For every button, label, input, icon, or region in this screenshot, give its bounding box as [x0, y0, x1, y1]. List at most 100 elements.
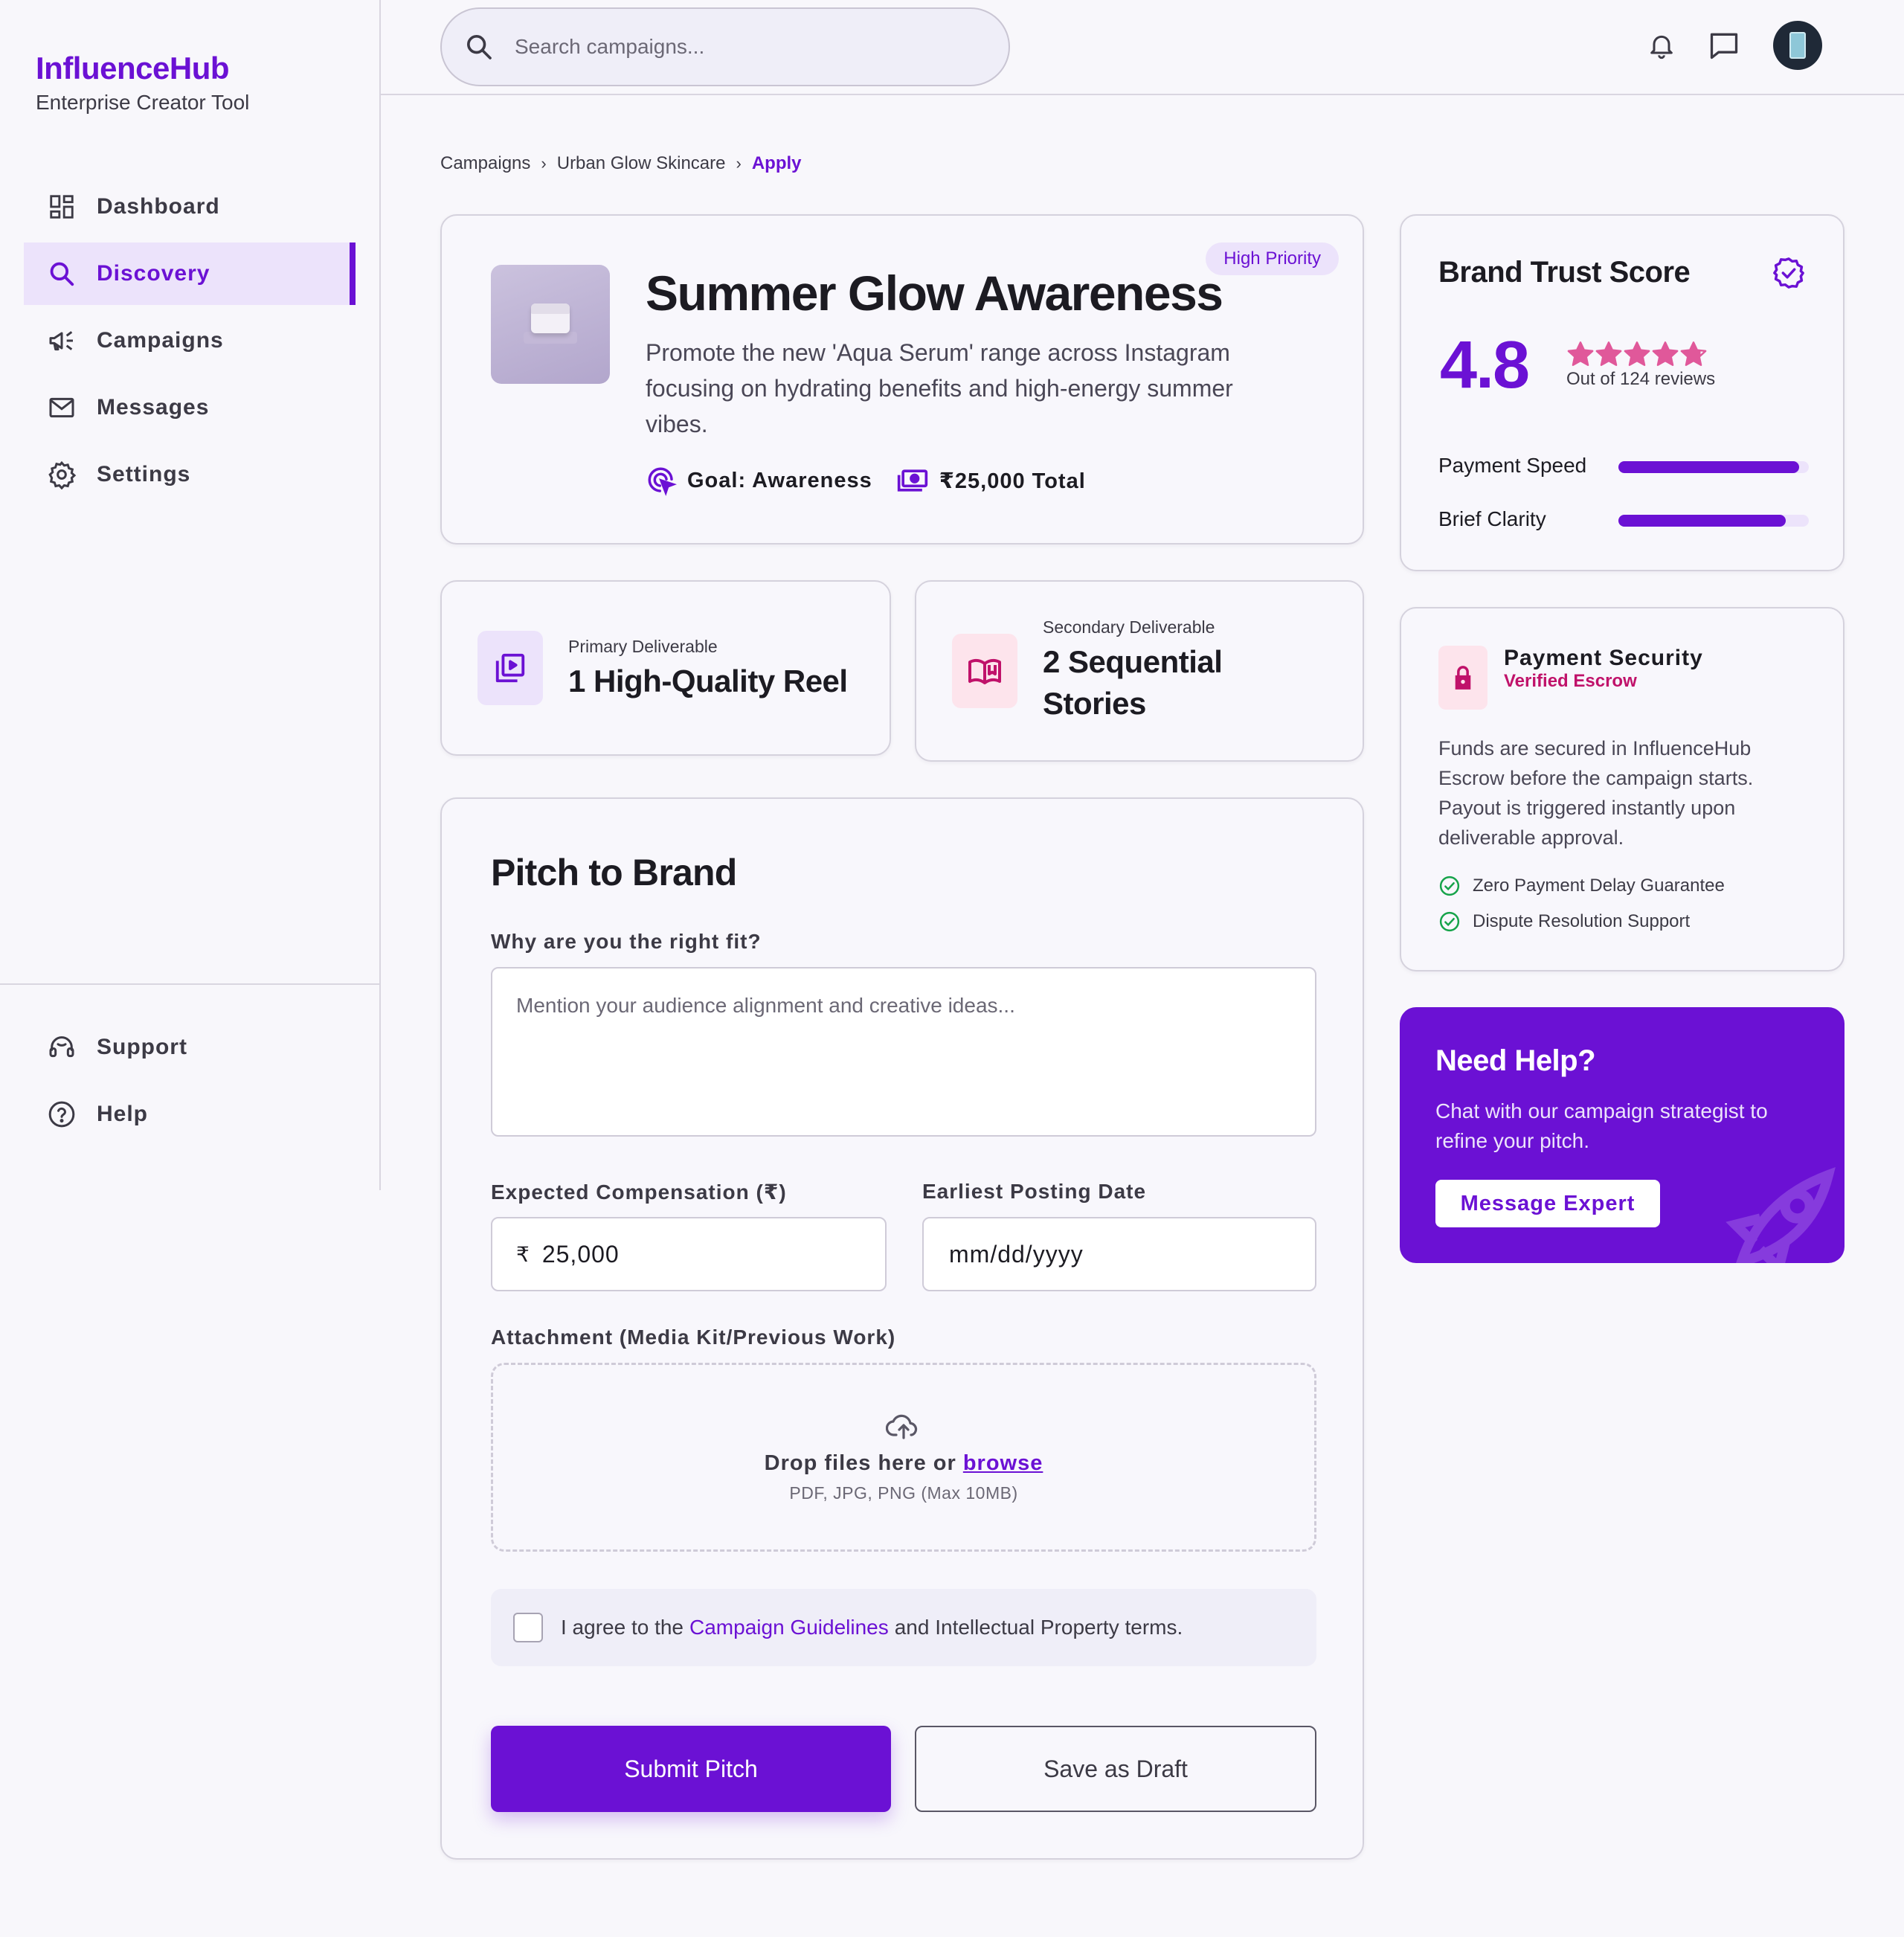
trust-score: 4.8	[1440, 328, 1530, 402]
rupee-icon: ₹	[516, 1242, 530, 1266]
brand[interactable]: InfluenceHub Enterprise Creator Tool	[36, 51, 249, 115]
campaign-card: High Priority Summer Glow Awareness Prom…	[440, 214, 1364, 545]
sidebar-item-label: Messages	[97, 395, 210, 420]
terms-checkbox[interactable]	[513, 1613, 543, 1642]
pitch-form: Pitch to Brand Why are you the right fit…	[440, 797, 1364, 1860]
fit-textarea[interactable]: Mention your audience alignment and crea…	[491, 967, 1316, 1137]
metric-label: Payment Speed	[1438, 454, 1587, 477]
dropzone-text: Drop files here or browse	[765, 1451, 1043, 1476]
date-placeholder: mm/dd/yyyy	[949, 1240, 1084, 1268]
dropzone-prompt: Drop files here or	[764, 1451, 956, 1475]
secondary-nav: Support Help	[24, 1016, 356, 1150]
star-icon	[1566, 341, 1595, 367]
breadcrumb: Campaigns › Urban Glow Skincare › Apply	[440, 153, 802, 174]
campaign-budget: ₹25,000 Total	[896, 464, 1086, 497]
deliverable-value-line: 2 Sequential	[1043, 644, 1223, 679]
search-icon	[46, 258, 77, 289]
terms-agreement: I agree to the Campaign Guidelines and I…	[491, 1589, 1316, 1666]
sidebar-item-messages[interactable]: Messages	[24, 376, 356, 439]
sidebar-item-label: Support	[97, 1035, 187, 1059]
star-icon	[1595, 341, 1623, 367]
brand-tagline: Enterprise Creator Tool	[36, 91, 250, 114]
payment-security-card: Payment Security Verified Escrow Funds a…	[1400, 607, 1844, 971]
breadcrumb-current: Apply	[751, 153, 802, 173]
metric-label: Brief Clarity	[1438, 507, 1546, 530]
breadcrumb-brand[interactable]: Urban Glow Skincare	[557, 153, 726, 174]
brief-clarity-fill	[1618, 515, 1786, 527]
security-description: Funds are secured in InfluenceHub Escrow…	[1438, 737, 1754, 849]
gear-icon	[46, 459, 77, 490]
guidelines-link[interactable]: Campaign Guidelines	[689, 1616, 889, 1639]
sidebar-item-label: Campaigns	[97, 328, 224, 353]
sidebar-item-help[interactable]: Help	[24, 1083, 356, 1146]
brand-name: InfluenceHub	[36, 51, 230, 86]
primary-deliverable-card: Primary Deliverable 1 High-Quality Reel	[440, 580, 891, 756]
security-subtitle: Verified Escrow	[1504, 671, 1637, 691]
top-bar: Search campaigns...	[381, 0, 1904, 95]
lock-icon	[1438, 646, 1488, 710]
avatar[interactable]	[1773, 21, 1822, 70]
brand-trust-card: Brand Trust Score 4.8 Out of 124 reviews…	[1400, 214, 1844, 571]
check-label: Dispute Resolution Support	[1473, 911, 1691, 931]
verified-badge-icon	[1772, 256, 1806, 290]
sidebar-item-label: Settings	[97, 462, 191, 486]
security-check-item: Zero Payment Delay Guarantee	[1438, 875, 1725, 897]
compensation-input[interactable]: ₹ 25,000	[491, 1217, 887, 1291]
help-card: Need Help? Chat with our campaign strate…	[1400, 1007, 1844, 1263]
pitch-title: Pitch to Brand	[491, 852, 737, 893]
browse-link[interactable]: browse	[963, 1451, 1043, 1475]
compensation-value: 25,000	[541, 1240, 620, 1268]
video-library-icon	[477, 631, 543, 705]
save-draft-button[interactable]: Save as Draft	[915, 1726, 1316, 1812]
check-circle-icon	[1438, 910, 1473, 933]
submit-pitch-button[interactable]: Submit Pitch	[491, 1726, 891, 1812]
security-title: Payment Security	[1504, 646, 1703, 670]
deliverable-value-line: Stories	[1043, 686, 1146, 721]
agree-suffix: and Intellectual Property terms.	[894, 1616, 1183, 1639]
compensation-label: Expected Compensation (₹)	[491, 1180, 787, 1204]
secondary-deliverable-card: Secondary Deliverable 2 Sequential Stori…	[915, 580, 1364, 762]
help-title: Need Help?	[1435, 1044, 1596, 1077]
chat-icon[interactable]	[1706, 28, 1742, 63]
avatar-image	[1789, 32, 1806, 59]
search-placeholder: Search campaigns...	[515, 35, 705, 58]
agree-prefix: I agree to the	[561, 1616, 684, 1639]
trust-title: Brand Trust Score	[1438, 256, 1691, 289]
fit-label: Why are you the right fit?	[491, 930, 762, 953]
goal-text: Goal: Awareness	[687, 468, 872, 492]
posting-date-input[interactable]: mm/dd/yyyy	[922, 1217, 1316, 1291]
deliverable-value: 1 High-Quality Reel	[568, 664, 848, 698]
campaign-thumbnail	[491, 265, 610, 384]
rocket-icon	[1711, 1144, 1844, 1263]
breadcrumb-campaigns[interactable]: Campaigns	[440, 153, 530, 174]
sidebar-item-campaigns[interactable]: Campaigns	[24, 309, 356, 372]
search-icon	[464, 32, 494, 62]
cloud-upload-icon	[886, 1411, 922, 1441]
payment-speed-bar	[1618, 461, 1809, 473]
campaign-goal: Goal: Awareness	[646, 465, 872, 496]
top-actions	[1617, 21, 1822, 70]
headset-icon	[46, 1032, 77, 1063]
priority-badge: High Priority	[1206, 242, 1339, 275]
star-icon	[1651, 341, 1679, 367]
sidebar-item-settings[interactable]: Settings	[24, 443, 356, 506]
fit-placeholder: Mention your audience alignment and crea…	[516, 994, 1015, 1017]
dashboard-icon	[46, 191, 77, 222]
file-dropzone[interactable]: Drop files here or browse PDF, JPG, PNG …	[491, 1363, 1316, 1552]
notification-bell-icon[interactable]	[1644, 28, 1679, 63]
message-expert-button[interactable]: Message Expert	[1435, 1180, 1660, 1227]
sidebar-item-label: Help	[97, 1102, 149, 1126]
sidebar-item-discovery[interactable]: Discovery	[24, 242, 356, 305]
sidebar: InfluenceHub Enterprise Creator Tool Das…	[0, 0, 381, 1190]
target-cursor-icon	[646, 465, 687, 496]
sidebar-item-dashboard[interactable]: Dashboard	[24, 176, 356, 238]
help-circle-icon	[46, 1099, 77, 1130]
sidebar-item-support[interactable]: Support	[24, 1016, 356, 1079]
campaign-description: Promote the new 'Aqua Serum' range acros…	[646, 339, 1233, 437]
attachment-label: Attachment (Media Kit/Previous Work)	[491, 1326, 896, 1349]
check-label: Zero Payment Delay Guarantee	[1473, 876, 1725, 896]
search-input[interactable]: Search campaigns...	[440, 7, 1010, 86]
star-icon	[1679, 341, 1708, 367]
check-circle-icon	[1438, 875, 1473, 897]
star-rating	[1566, 341, 1708, 367]
